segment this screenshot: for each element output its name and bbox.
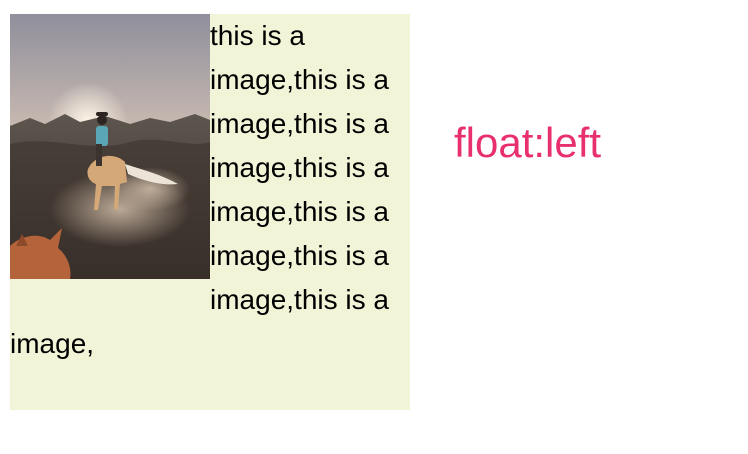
horse-rider-photo bbox=[10, 14, 210, 279]
photo-icon bbox=[10, 14, 210, 279]
float-demo-container: this is a image,this is a image,this is … bbox=[10, 14, 410, 410]
float-caption: float:left bbox=[454, 119, 602, 166]
